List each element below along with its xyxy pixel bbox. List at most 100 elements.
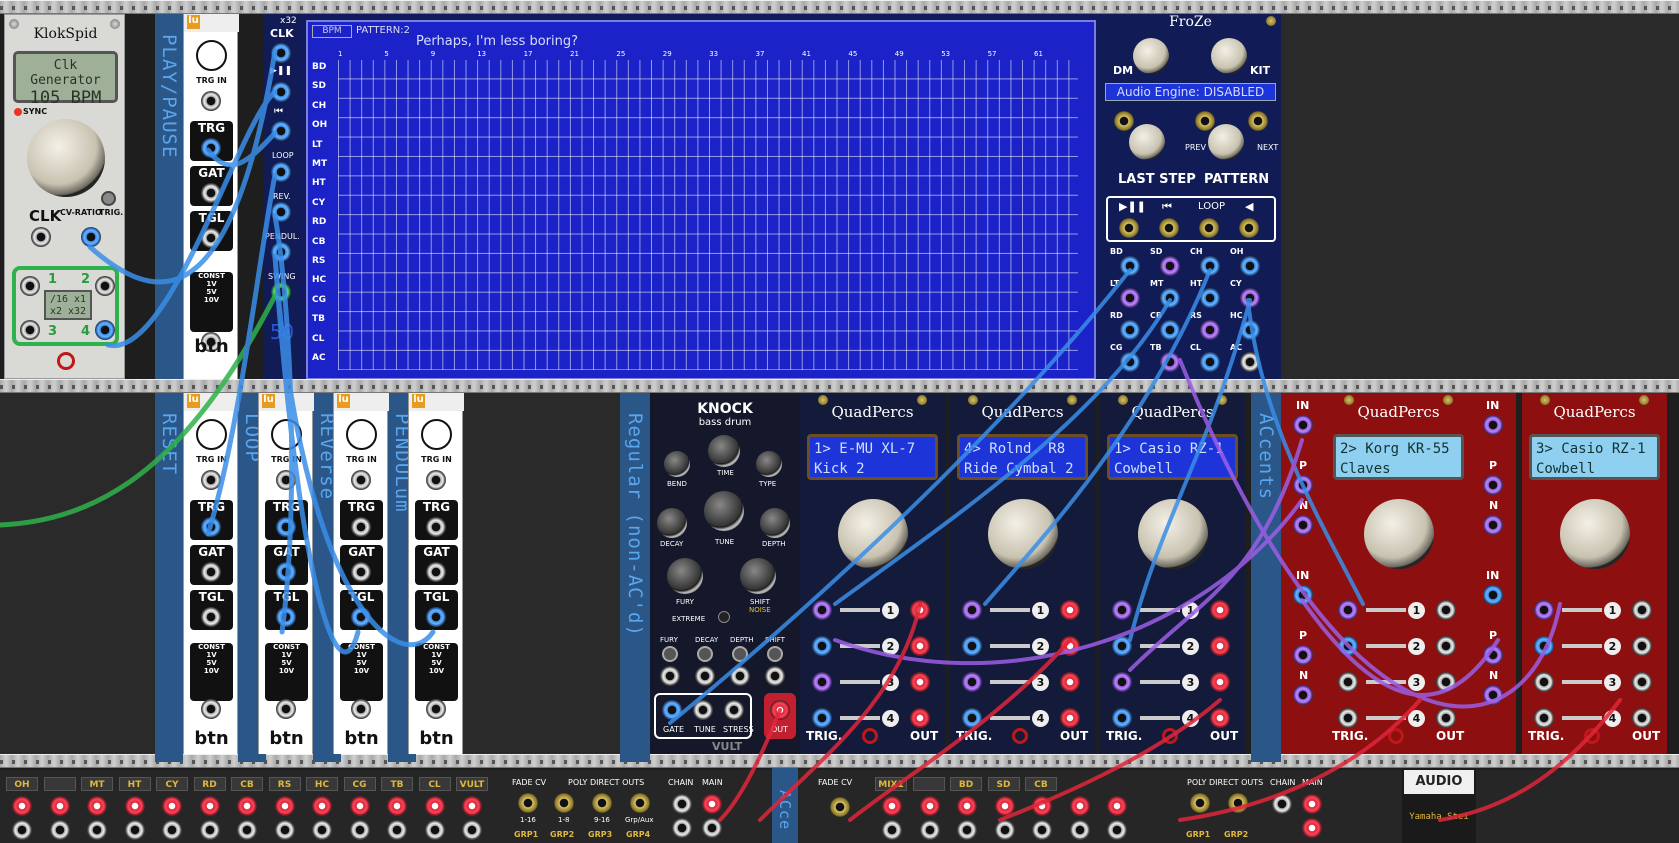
track-label[interactable]: HC bbox=[312, 275, 326, 285]
out-2-jack[interactable] bbox=[95, 276, 115, 296]
level-slider[interactable] bbox=[1562, 608, 1602, 612]
n-jack[interactable] bbox=[1293, 515, 1313, 535]
channel-jack-r[interactable] bbox=[124, 820, 145, 840]
tgl-out-jack[interactable] bbox=[276, 607, 296, 627]
main-jack[interactable] bbox=[702, 794, 722, 814]
trig-jack[interactable] bbox=[1534, 672, 1554, 692]
out-jack[interactable] bbox=[1436, 708, 1456, 728]
froze-out-jack[interactable] bbox=[1120, 256, 1140, 276]
sample-display[interactable]: 1> Casio RZ-1 Cowbell bbox=[1107, 434, 1238, 480]
level-slider[interactable] bbox=[1366, 608, 1406, 612]
trig-jack[interactable] bbox=[1534, 636, 1554, 656]
froze-out-jack[interactable] bbox=[1120, 320, 1140, 340]
channel-jack-l[interactable] bbox=[312, 796, 332, 816]
out-jack[interactable] bbox=[1060, 672, 1080, 692]
tgl-out-jack[interactable] bbox=[351, 607, 371, 627]
channel-jack-r[interactable] bbox=[349, 820, 370, 840]
channel-jack-r[interactable] bbox=[274, 820, 295, 840]
kit-knob[interactable] bbox=[1211, 38, 1247, 74]
froze-out-jack[interactable] bbox=[1120, 288, 1140, 308]
out-jack[interactable] bbox=[1632, 672, 1652, 692]
track-label[interactable]: CG bbox=[312, 295, 326, 305]
channel-jack-l[interactable] bbox=[994, 796, 1015, 816]
trg-out-jack[interactable] bbox=[201, 138, 221, 158]
track-label[interactable]: CL bbox=[312, 334, 324, 344]
chain-jack[interactable] bbox=[1272, 794, 1292, 814]
froze-out-jack[interactable] bbox=[1160, 352, 1180, 372]
track-label[interactable]: RD bbox=[312, 217, 326, 227]
channel-jack-l[interactable] bbox=[919, 796, 940, 816]
track-label[interactable]: OH bbox=[312, 120, 327, 130]
trg-out-jack[interactable] bbox=[276, 517, 296, 537]
knock-cv-attenuator[interactable] bbox=[662, 646, 678, 662]
track-label[interactable]: RS bbox=[312, 256, 325, 266]
poly-jack[interactable] bbox=[1190, 793, 1210, 813]
out-jack[interactable] bbox=[910, 672, 930, 692]
knock-cv-attenuator[interactable] bbox=[697, 646, 713, 662]
out-jack[interactable] bbox=[1632, 600, 1652, 620]
trig-jack[interactable] bbox=[962, 600, 982, 620]
out-jack[interactable] bbox=[770, 700, 790, 720]
poly-jack[interactable] bbox=[630, 793, 650, 813]
in-jack[interactable] bbox=[1483, 415, 1503, 435]
out-3-jack[interactable] bbox=[20, 320, 40, 340]
gat-out-jack[interactable] bbox=[201, 183, 221, 203]
main-jack[interactable] bbox=[1302, 818, 1322, 838]
out-jack[interactable] bbox=[1210, 600, 1230, 620]
froze-out-jack[interactable] bbox=[1240, 352, 1260, 372]
channel-jack-l[interactable] bbox=[124, 796, 145, 816]
pendul-jack[interactable] bbox=[271, 242, 291, 262]
poly-jack[interactable] bbox=[592, 793, 612, 813]
channel-jack-r[interactable] bbox=[1069, 820, 1090, 840]
chain-jack[interactable] bbox=[672, 794, 692, 814]
trig-button[interactable] bbox=[101, 191, 116, 206]
track-label[interactable]: CH bbox=[312, 101, 326, 111]
sample-display[interactable]: 4> Rolnd. R8 Ride Cymbal 2 bbox=[957, 434, 1088, 480]
froze-out-jack[interactable] bbox=[1160, 320, 1180, 340]
gat-out-jack[interactable] bbox=[351, 562, 371, 582]
poly-jack[interactable] bbox=[518, 793, 538, 813]
trig-jack[interactable] bbox=[1112, 708, 1132, 728]
push-button[interactable] bbox=[196, 419, 227, 450]
froze-out-jack[interactable] bbox=[1160, 288, 1180, 308]
channel-jack-r[interactable] bbox=[87, 820, 107, 840]
level-slider[interactable] bbox=[1140, 680, 1180, 684]
tgl-out-jack[interactable] bbox=[201, 228, 221, 248]
froze-out-jack[interactable] bbox=[1240, 320, 1260, 340]
track-label[interactable]: AC bbox=[312, 353, 326, 363]
prev-jack[interactable] bbox=[1195, 111, 1215, 131]
channel-jack-l[interactable] bbox=[162, 796, 182, 816]
swing-jack[interactable] bbox=[271, 282, 291, 302]
main-jack[interactable] bbox=[702, 818, 722, 838]
channel-jack-l[interactable] bbox=[462, 796, 482, 816]
trg-in-jack[interactable] bbox=[201, 91, 221, 111]
froze-out-jack[interactable] bbox=[1120, 352, 1140, 372]
channel-jack-r[interactable] bbox=[387, 820, 407, 840]
trig-jack[interactable] bbox=[1338, 636, 1358, 656]
n-jack[interactable] bbox=[1483, 515, 1503, 535]
froze-out-jack[interactable] bbox=[1200, 352, 1220, 372]
froze-out-jack[interactable] bbox=[1240, 256, 1260, 276]
const-jack[interactable] bbox=[426, 699, 446, 719]
stress-jack[interactable] bbox=[724, 700, 744, 720]
trig-jack[interactable] bbox=[1338, 708, 1358, 728]
n-jack[interactable] bbox=[1293, 685, 1313, 705]
level-slider[interactable] bbox=[840, 608, 880, 612]
track-label[interactable]: CB bbox=[312, 237, 325, 247]
trig-jack[interactable] bbox=[812, 672, 832, 692]
pattern-knob[interactable] bbox=[1208, 124, 1244, 160]
sample-knob[interactable] bbox=[1364, 499, 1434, 569]
out-jack[interactable] bbox=[1632, 636, 1652, 656]
channel-jack-r[interactable] bbox=[237, 820, 257, 840]
p-jack[interactable] bbox=[1293, 645, 1313, 665]
const-jack[interactable] bbox=[276, 699, 296, 719]
level-slider[interactable] bbox=[1366, 680, 1406, 684]
out-jack[interactable] bbox=[1060, 600, 1080, 620]
level-slider[interactable] bbox=[990, 716, 1030, 720]
reset-jack[interactable] bbox=[1159, 218, 1179, 238]
channel-jack-l[interactable] bbox=[424, 796, 445, 816]
const-jack[interactable] bbox=[351, 699, 371, 719]
level-slider[interactable] bbox=[990, 680, 1030, 684]
track-label[interactable]: TB bbox=[312, 314, 325, 324]
level-slider[interactable] bbox=[1562, 644, 1602, 648]
